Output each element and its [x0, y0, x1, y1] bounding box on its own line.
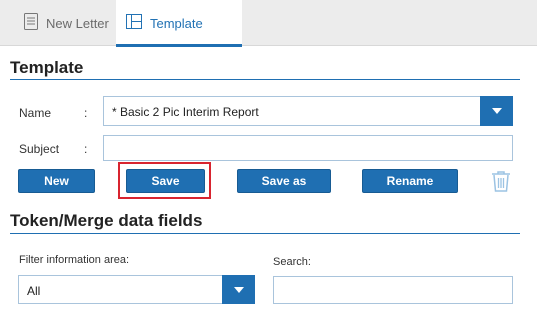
tab-template-label: Template — [150, 15, 203, 31]
rename-button[interactable]: Rename — [362, 169, 458, 193]
filter-area-dropdown-button[interactable] — [222, 275, 255, 304]
save-button[interactable]: Save — [126, 169, 205, 193]
subject-input[interactable] — [103, 135, 513, 161]
search-input[interactable] — [273, 276, 513, 304]
chevron-down-icon — [491, 108, 502, 114]
template-name-value: * Basic 2 Pic Interim Report — [112, 105, 259, 119]
active-tab-indicator — [116, 44, 242, 47]
token-section-title: Token/Merge data fields — [10, 211, 203, 230]
filter-area-select[interactable]: All — [18, 275, 255, 304]
subject-colon: : — [84, 142, 88, 156]
trash-icon[interactable] — [491, 170, 511, 197]
save-as-button[interactable]: Save as — [237, 169, 331, 193]
tab-template[interactable]: Template — [116, 0, 242, 47]
template-name-dropdown-button[interactable] — [480, 96, 513, 126]
template-section-title: Template — [10, 58, 84, 77]
token-section-divider — [10, 233, 520, 234]
filter-area-label: Filter information area: — [19, 254, 130, 266]
subject-label: Subject — [19, 142, 60, 156]
chevron-down-icon — [233, 286, 244, 293]
search-label: Search: — [273, 256, 311, 268]
template-section-divider — [10, 79, 520, 80]
filter-area-value: All — [27, 284, 41, 298]
name-label: Name — [19, 106, 52, 120]
name-colon: : — [84, 106, 88, 120]
template-name-select[interactable]: * Basic 2 Pic Interim Report — [103, 96, 513, 126]
document-icon — [24, 13, 38, 33]
layout-icon — [126, 14, 142, 32]
tab-new-letter-label: New Letter — [46, 15, 109, 31]
new-button[interactable]: New — [18, 169, 95, 193]
tab-new-letter[interactable]: New Letter — [24, 0, 109, 46]
tab-bar: New Letter Template — [0, 0, 537, 47]
